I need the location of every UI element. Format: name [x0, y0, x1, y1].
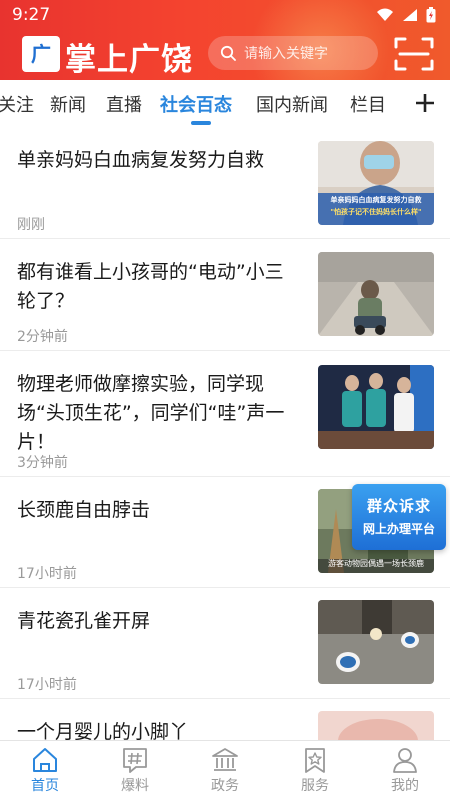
nav-profile[interactable]: 我的 — [360, 741, 450, 801]
bottom-navigation: 首页 爆料 政务 服务 我的 — [0, 740, 450, 801]
news-time: 刚刚 — [17, 217, 45, 233]
nav-label: 我的 — [391, 778, 419, 794]
home-icon — [33, 748, 57, 772]
nav-service[interactable]: 服务 — [270, 741, 360, 801]
thumbnail-caption: 单亲妈妈白血病复发努力自救 — [330, 196, 422, 204]
nav-home[interactable]: 首页 — [0, 741, 90, 801]
news-title: 一个月婴儿的小脚丫 — [17, 721, 189, 740]
news-title: 长颈鹿自由脖击 — [17, 499, 151, 521]
news-thumbnail — [318, 365, 434, 449]
news-thumbnail — [318, 711, 434, 740]
wifi-icon — [377, 8, 393, 21]
add-tab-button[interactable] — [410, 86, 440, 120]
nav-label: 政务 — [211, 778, 239, 794]
battery-icon — [426, 7, 436, 23]
tab-society[interactable]: 社会百态 — [160, 91, 232, 117]
search-input[interactable]: 请输入关键字 — [208, 36, 378, 70]
news-time: 2分钟前 — [17, 329, 68, 345]
news-title: 单亲妈妈白血病复发努力自救 — [17, 149, 265, 171]
list-item[interactable]: 一个月婴儿的小脚丫 — [0, 698, 450, 740]
app-header: 9:27 广饶 掌上广饶 请输入关键字 — [0, 0, 450, 80]
nav-label: 爆料 — [121, 778, 149, 794]
status-time: 9:27 — [12, 5, 51, 25]
news-time: 17小时前 — [17, 566, 77, 582]
news-title: 都有谁看上小孩哥的“电动”小三轮了？ — [17, 261, 284, 312]
app-title: 掌上广饶 — [65, 42, 193, 78]
plus-icon — [416, 94, 434, 112]
signal-icon — [403, 9, 417, 21]
search-icon — [220, 45, 236, 61]
list-item[interactable]: 都有谁看上小孩哥的“电动”小三轮了？ 2分钟前 — [0, 238, 450, 351]
nav-report[interactable]: 爆料 — [90, 741, 180, 801]
nav-government[interactable]: 政务 — [180, 741, 270, 801]
news-title: 物理老师做摩擦实验，同学现场“头顶生花”，同学们“哇”声一片！ — [17, 373, 285, 453]
list-item[interactable]: 青花瓷孔雀开屏 17小时前 — [0, 587, 450, 699]
floating-button-subtitle: 网上办理平台 — [362, 522, 435, 536]
nav-label: 首页 — [31, 778, 59, 794]
tab-columns[interactable]: 栏目 — [350, 91, 386, 117]
thumbnail-caption: "怕孩子记不住妈妈长什么样" — [330, 208, 422, 216]
service-star-icon — [305, 748, 325, 773]
category-tabs: 关注 新闻 直播 社会百态 国内新闻 栏目 — [0, 80, 450, 126]
tab-live[interactable]: 直播 — [106, 91, 142, 117]
active-tab-indicator — [191, 121, 211, 125]
scan-icon[interactable] — [394, 36, 434, 72]
news-thumbnail: 单亲妈妈白血病复发努力自救 "怕孩子记不住妈妈长什么样" — [318, 141, 434, 225]
news-thumbnail — [318, 600, 434, 684]
news-time: 3分钟前 — [17, 455, 68, 471]
news-thumbnail — [318, 252, 434, 336]
status-bar: 9:27 — [0, 0, 450, 30]
public-appeal-floating-button[interactable]: 群众诉求 网上办理平台 — [352, 484, 446, 550]
nav-label: 服务 — [301, 778, 329, 794]
news-title: 青花瓷孔雀开屏 — [17, 610, 151, 632]
news-time: 17小时前 — [17, 677, 77, 693]
user-icon — [393, 748, 417, 773]
status-icons — [376, 7, 436, 23]
search-placeholder: 请输入关键字 — [244, 46, 328, 62]
tab-news[interactable]: 新闻 — [50, 91, 86, 117]
floating-button-title: 群众诉求 — [366, 497, 431, 515]
list-item[interactable]: 物理老师做摩擦实验，同学现场“头顶生花”，同学们“哇”声一片！ 3分钟前 — [0, 350, 450, 477]
news-feed: 单亲妈妈白血病复发努力自救 刚刚 单亲妈妈白血病复发努力自救 "怕孩子记不住妈妈… — [0, 126, 450, 740]
list-item[interactable]: 单亲妈妈白血病复发努力自救 刚刚 单亲妈妈白血病复发努力自救 "怕孩子记不住妈妈… — [0, 126, 450, 239]
hashtag-icon — [123, 748, 147, 773]
thumbnail-caption: 游客动物园偶遇一场长颈鹿 — [328, 559, 424, 568]
tab-follow[interactable]: 关注 — [0, 91, 34, 117]
government-building-icon — [212, 748, 238, 771]
app-logo: 广饶 — [22, 36, 60, 80]
tab-domestic-news[interactable]: 国内新闻 — [256, 91, 328, 117]
